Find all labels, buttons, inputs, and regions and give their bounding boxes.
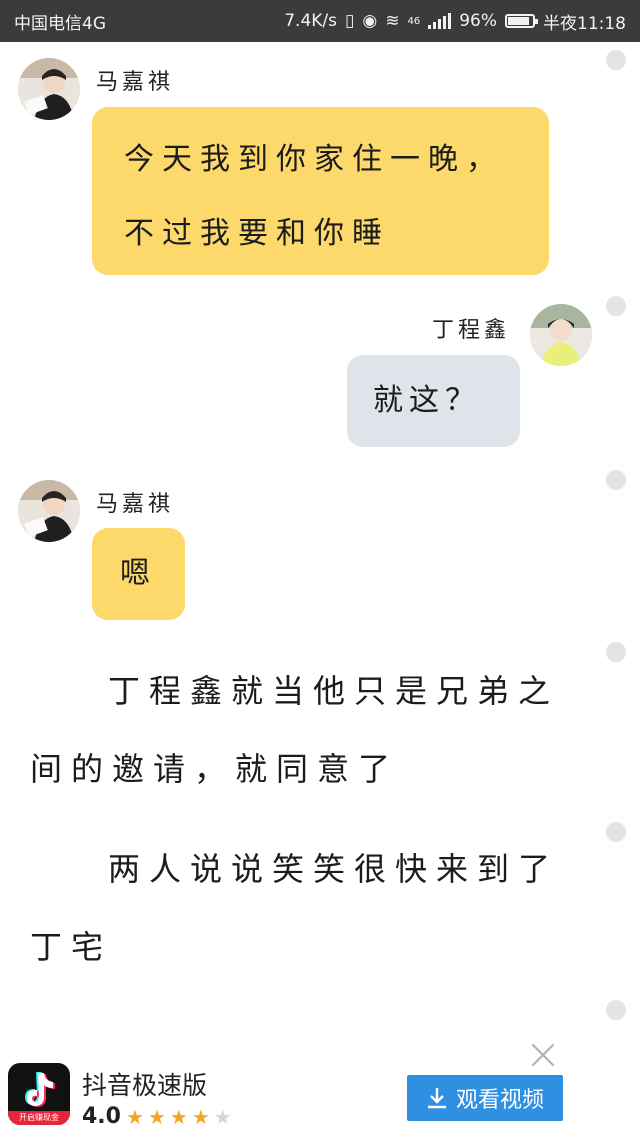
message-bubble[interactable]: 今天我到你家住一晚， 不过我要和你睡 — [92, 107, 549, 275]
narration-paragraph: 两人说说笑笑很快来到了丁宅 — [30, 850, 560, 966]
clock: 半夜11:18 — [543, 13, 626, 34]
vibrate-icon: ▯ — [345, 11, 355, 31]
side-dot[interactable] — [606, 296, 626, 316]
battery-percent: 96% — [459, 11, 497, 31]
star-empty-icon: ★ — [213, 1105, 232, 1129]
ad-app-name[interactable]: 抖音极速版 — [82, 1066, 207, 1102]
message-line: 今天我到你家住一晚， — [124, 142, 504, 177]
network-speed: 7.4K/s — [284, 11, 338, 31]
star-filled-icon: ★ — [126, 1105, 144, 1129]
avatar[interactable] — [530, 304, 592, 366]
battery-icon — [505, 14, 538, 28]
message-bubble[interactable]: 就这？ — [347, 355, 520, 447]
watch-video-label: 观看视频 — [455, 1088, 544, 1113]
star-filled-icon: ★ — [191, 1105, 210, 1129]
side-dot[interactable] — [606, 50, 626, 70]
avatar[interactable] — [18, 480, 80, 542]
side-dot[interactable] — [606, 822, 626, 842]
rating-stars: ★ ★ ★ ★ ★ — [126, 1104, 232, 1130]
close-icon[interactable] — [530, 1042, 556, 1068]
icon-caption: 开启赚现金 — [8, 1111, 70, 1125]
wifi-icon: ≋ — [385, 11, 400, 31]
side-dot[interactable] — [606, 470, 626, 490]
status-icons: 7.4K/s ▯ ◉ ≋ 46 96% 半夜11:18 — [284, 9, 626, 34]
avatar[interactable] — [18, 58, 80, 120]
star-filled-icon: ★ — [169, 1105, 188, 1129]
eye-icon: ◉ — [362, 11, 378, 31]
side-dot[interactable] — [606, 642, 626, 662]
tiktok-icon — [25, 1072, 55, 1107]
sender-name: 丁程鑫 — [432, 318, 511, 343]
message-bubble[interactable]: 嗯 — [92, 528, 185, 620]
network-type: 46 — [407, 15, 421, 27]
message-line: 就这？ — [373, 383, 481, 418]
status-bar: 中国电信4G 7.4K/s ▯ ◉ ≋ 46 96% 半夜11:18 — [0, 0, 640, 42]
ad-rating: 4.0 — [82, 1104, 121, 1129]
carrier-label: 中国电信4G — [14, 13, 106, 34]
watch-video-button[interactable]: 观看视频 — [407, 1075, 563, 1121]
app-icon[interactable]: 开启赚现金 — [8, 1063, 70, 1125]
download-icon — [427, 1088, 446, 1109]
message-line: 不过我要和你睡 — [124, 216, 390, 251]
sender-name: 马嘉祺 — [96, 492, 175, 517]
signal-icon — [428, 13, 452, 29]
side-dot[interactable] — [606, 1000, 626, 1020]
narration-paragraph: 丁程鑫就当他只是兄弟之间的邀请，就同意了 — [30, 672, 560, 788]
star-filled-icon: ★ — [147, 1105, 166, 1129]
message-line: 嗯 — [120, 556, 150, 591]
sender-name: 马嘉祺 — [96, 70, 175, 95]
